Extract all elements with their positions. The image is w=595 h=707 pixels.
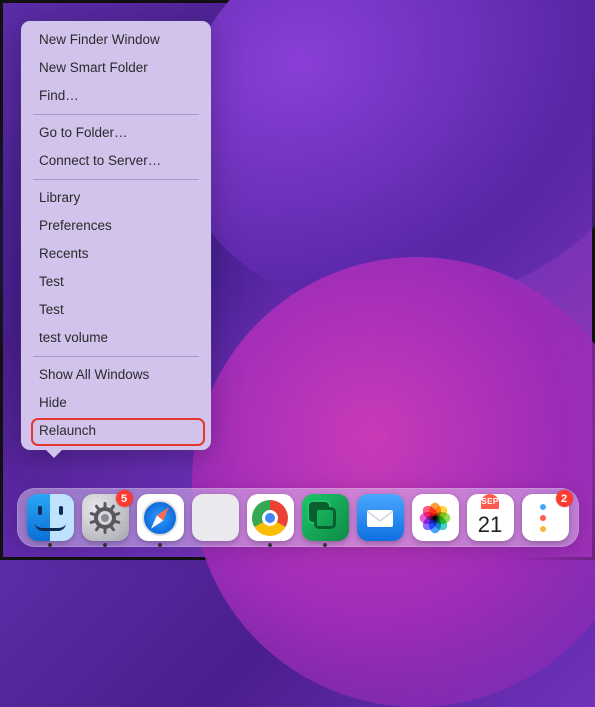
menu-item-relaunch[interactable]: Relaunch (21, 417, 211, 445)
menu-item-new-finder-window[interactable]: New Finder Window (21, 26, 211, 54)
menu-item-new-smart-folder[interactable]: New Smart Folder (21, 54, 211, 82)
finder-context-menu: New Finder WindowNew Smart FolderFind… Go… (21, 21, 211, 450)
menu-item-connect-to-server[interactable]: Connect to Server… (21, 147, 211, 175)
menu-item-show-all-windows[interactable]: Show All Windows (21, 361, 211, 389)
app-icon (314, 507, 336, 529)
dock-item-chrome[interactable] (247, 494, 294, 541)
menu-caret-icon (45, 449, 63, 458)
menu-item-find[interactable]: Find… (21, 82, 211, 110)
notification-badge: 5 (116, 490, 133, 507)
calendar-day: 21 (478, 509, 502, 541)
envelope-icon (364, 502, 396, 534)
running-indicator (323, 543, 327, 547)
finder-icon (27, 494, 74, 541)
dock-item-calendar[interactable]: SEP21 (467, 494, 514, 541)
dock-item-reminders[interactable]: 2 (522, 494, 569, 541)
menu-item-test[interactable]: Test (21, 268, 211, 296)
menu-separator (33, 356, 199, 357)
menu-item-go-to-folder[interactable]: Go to Folder… (21, 119, 211, 147)
dock-item-safari[interactable] (137, 494, 184, 541)
dock: 5SEP212 (17, 488, 579, 547)
menu-separator (33, 114, 199, 115)
menu-item-preferences[interactable]: Preferences (21, 212, 211, 240)
calendar-month: SEP (481, 494, 498, 509)
running-indicator (158, 543, 162, 547)
running-indicator (103, 543, 107, 547)
dock-item-green-app[interactable] (302, 494, 349, 541)
dock-item-launchpad[interactable] (192, 494, 239, 541)
dock-item-mail[interactable] (357, 494, 404, 541)
running-indicator (48, 543, 52, 547)
menu-item-test-volume[interactable]: test volume (21, 324, 211, 352)
menu-item-hide[interactable]: Hide (21, 389, 211, 417)
dock-item-settings[interactable]: 5 (82, 494, 129, 541)
menu-item-library[interactable]: Library (21, 184, 211, 212)
menu-item-test[interactable]: Test (21, 296, 211, 324)
notification-badge: 2 (556, 490, 573, 507)
compass-icon (142, 500, 178, 536)
photos-icon (418, 501, 452, 535)
menu-item-recents[interactable]: Recents (21, 240, 211, 268)
dock-item-photos[interactable] (412, 494, 459, 541)
chrome-icon (252, 500, 288, 536)
dock-item-finder[interactable] (27, 494, 74, 541)
running-indicator (268, 543, 272, 547)
menu-separator (33, 179, 199, 180)
